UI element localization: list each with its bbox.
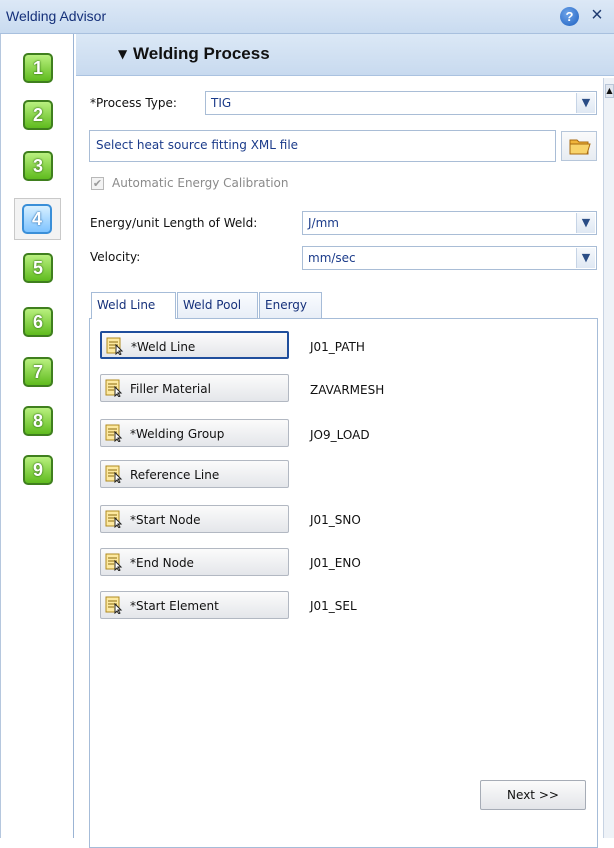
tab-weld-pool[interactable]: Weld Pool xyxy=(177,292,258,318)
welding-group-button[interactable]: *Welding Group xyxy=(100,419,289,447)
process-type-value: TIG xyxy=(211,96,232,110)
select-entity-icon xyxy=(105,465,123,483)
scroll-up-icon[interactable]: ▲ xyxy=(605,84,614,98)
step-5-button[interactable]: 5 xyxy=(23,253,53,283)
select-entity-icon xyxy=(106,337,124,355)
chevron-down-icon[interactable]: ▼ xyxy=(576,213,595,233)
select-entity-icon xyxy=(105,596,123,614)
auto-energy-checkbox[interactable]: ✔ xyxy=(91,177,104,190)
select-entity-icon xyxy=(105,379,123,397)
step-3-button[interactable]: 3 xyxy=(23,151,53,181)
process-type-label: *Process Type: xyxy=(90,96,177,110)
auto-energy-label: Automatic Energy Calibration xyxy=(112,176,289,190)
step-2-button[interactable]: 2 xyxy=(23,100,53,130)
step-4-button-active[interactable]: 4 xyxy=(14,198,61,240)
folder-icon xyxy=(569,139,591,155)
heat-source-placeholder: Select heat source fitting XML file xyxy=(96,138,299,152)
tab-weld-line[interactable]: Weld Line xyxy=(91,292,176,319)
start-node-value: J01_SNO xyxy=(310,513,361,527)
select-entity-icon xyxy=(105,424,123,442)
help-icon[interactable]: ? xyxy=(560,7,579,26)
start-element-button[interactable]: *Start Element xyxy=(100,591,289,619)
energy-unit-value: J/mm xyxy=(308,216,339,230)
window-title: Welding Advisor xyxy=(6,8,107,24)
step-1-button[interactable]: 1 xyxy=(23,53,53,83)
velocity-label: Velocity: xyxy=(90,250,141,264)
step-4-badge: 4 xyxy=(22,204,52,234)
start-node-button-label: *Start Node xyxy=(130,513,201,527)
reference-line-button[interactable]: Reference Line xyxy=(100,460,289,488)
reference-line-button-label: Reference Line xyxy=(130,468,220,482)
next-button[interactable]: Next >> xyxy=(480,780,586,810)
weld-line-button[interactable]: *Weld Line xyxy=(100,331,289,359)
weld-line-button-label: *Weld Line xyxy=(131,340,196,354)
select-entity-icon xyxy=(105,553,123,571)
start-element-button-label: *Start Element xyxy=(130,599,219,613)
filler-material-value: ZAVARMESH xyxy=(310,383,385,397)
section-title: Welding Process xyxy=(133,44,270,63)
close-icon[interactable]: × xyxy=(587,4,607,26)
weld-line-value: J01_PATH xyxy=(310,340,365,354)
velocity-unit-value: mm/sec xyxy=(308,251,356,265)
filler-material-button[interactable]: Filler Material xyxy=(100,374,289,402)
end-node-button[interactable]: *End Node xyxy=(100,548,289,576)
step-6-button[interactable]: 6 xyxy=(23,307,53,337)
velocity-unit-select[interactable]: mm/sec ▼ xyxy=(302,246,597,270)
start-node-button[interactable]: *Start Node xyxy=(100,505,289,533)
chevron-down-icon[interactable]: ▼ xyxy=(576,93,595,113)
vertical-scrollbar[interactable]: ▲ xyxy=(603,78,614,838)
welding-group-value: JO9_LOAD xyxy=(310,428,370,442)
process-type-select[interactable]: TIG ▼ xyxy=(205,91,597,115)
step-8-button[interactable]: 8 xyxy=(23,406,53,436)
step-9-button[interactable]: 9 xyxy=(23,455,53,485)
end-node-button-label: *End Node xyxy=(130,556,194,570)
collapse-arrow-icon[interactable]: ▼ xyxy=(118,47,127,61)
open-folder-button[interactable] xyxy=(561,131,597,161)
select-entity-icon xyxy=(105,510,123,528)
welding-group-button-label: *Welding Group xyxy=(130,427,225,441)
end-node-value: J01_ENO xyxy=(310,556,361,570)
tab-energy[interactable]: Energy xyxy=(259,292,322,318)
step-sidebar: 1 2 3 4 5 6 7 8 9 xyxy=(0,34,74,838)
section-header[interactable]: ▼ Welding Process xyxy=(76,34,614,76)
chevron-down-icon[interactable]: ▼ xyxy=(576,248,595,268)
energy-label: Energy/unit Length of Weld: xyxy=(90,216,258,230)
energy-unit-select[interactable]: J/mm ▼ xyxy=(302,211,597,235)
step-7-button[interactable]: 7 xyxy=(23,357,53,387)
filler-material-button-label: Filler Material xyxy=(130,382,211,396)
heat-source-file-field[interactable]: Select heat source fitting XML file xyxy=(89,130,556,162)
start-element-value: J01_SEL xyxy=(310,599,357,613)
title-bar: Welding Advisor ? × xyxy=(0,0,614,34)
